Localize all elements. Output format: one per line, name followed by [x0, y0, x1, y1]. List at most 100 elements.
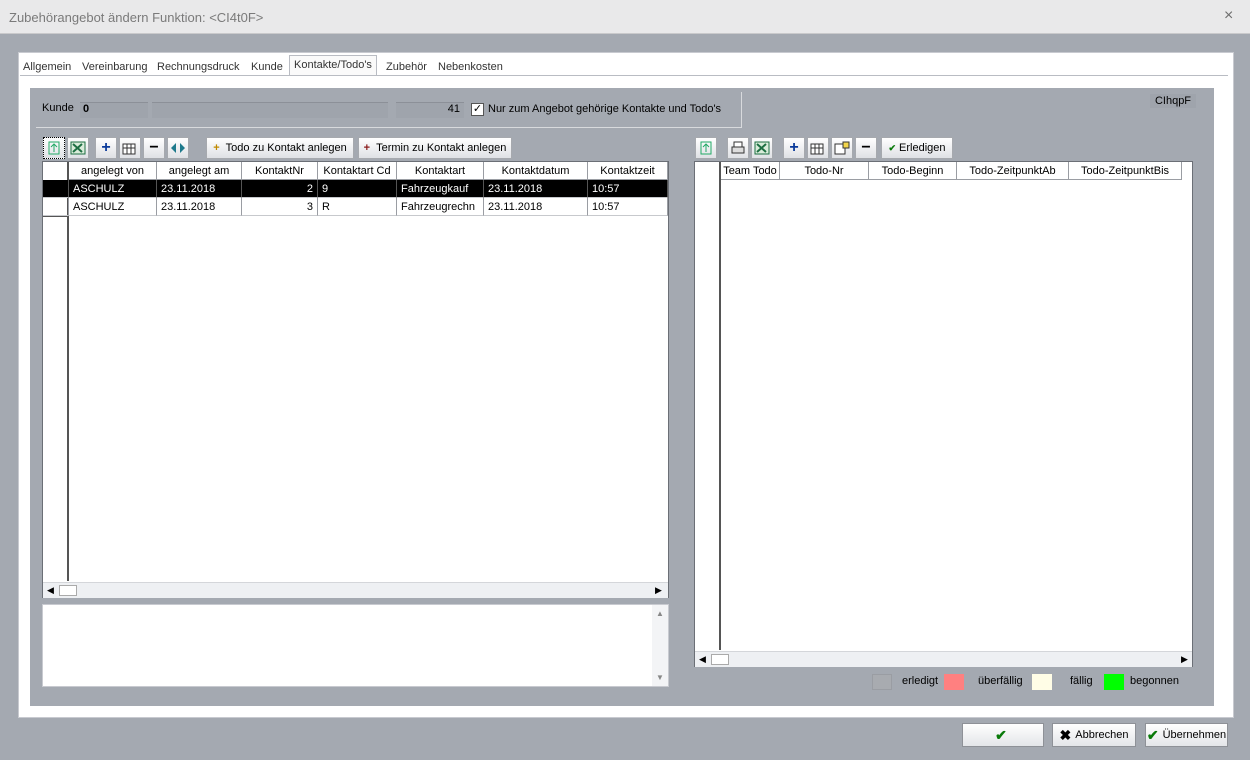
erledigen-button[interactable]: ✔ Erledigen: [881, 137, 953, 159]
todo-properties-icon[interactable]: [831, 137, 853, 159]
cell-kontaktdatum[interactable]: 23.11.2018: [484, 180, 588, 198]
cell-angelegt-am[interactable]: 23.11.2018: [157, 198, 242, 216]
close-icon[interactable]: ×: [1224, 7, 1233, 25]
col-todo-zeitpunkt-bis[interactable]: Todo-ZeitpunktBis: [1069, 162, 1182, 180]
col-kontaktart-cd[interactable]: Kontaktart Cd: [318, 162, 397, 180]
edit-grid-icon[interactable]: [119, 137, 141, 159]
col-todo-beginn[interactable]: Todo-Beginn: [869, 162, 957, 180]
todo-zu-kontakt-button[interactable]: + Todo zu Kontakt anlegen: [206, 137, 354, 159]
row-selector[interactable]: [43, 198, 69, 216]
tab-zubehoer[interactable]: Zubehör: [386, 58, 427, 76]
cell-angelegt-von[interactable]: ASCHULZ: [69, 198, 157, 216]
kunde-label: Kunde: [42, 102, 74, 114]
cell-kontaktart[interactable]: Fahrzeugkauf: [397, 180, 484, 198]
cell-kontaktzeit[interactable]: 10:57: [588, 180, 668, 198]
contact-notes-box[interactable]: ▲ ▼: [42, 604, 669, 687]
termin-zu-kontakt-button[interactable]: + Termin zu Kontakt anlegen: [358, 137, 512, 159]
cell-angelegt-am[interactable]: 23.11.2018: [157, 180, 242, 198]
add-todo-row-icon[interactable]: +: [783, 137, 805, 159]
refresh-icon[interactable]: [43, 137, 65, 159]
col-kontaktnr[interactable]: KontaktNr: [242, 162, 318, 180]
add-icon[interactable]: +: [95, 137, 117, 159]
tab-divider: [20, 75, 1228, 76]
remove-icon[interactable]: −: [143, 137, 165, 159]
todos-hscrollbar[interactable]: ◀ ▶: [695, 651, 1192, 667]
tab-rechnungsdruck[interactable]: Rechnungsdruck: [157, 58, 240, 76]
scroll-up-icon[interactable]: ▲: [656, 609, 664, 618]
legend-begonnen-label: begonnen: [1130, 675, 1179, 687]
ok-button[interactable]: ✔: [962, 723, 1044, 747]
cell-kontaktart-cd[interactable]: 9: [318, 180, 397, 198]
col-angelegt-von[interactable]: angelegt von: [69, 162, 157, 180]
expand-icon[interactable]: [167, 137, 189, 159]
legend-erledigt-swatch: [872, 674, 892, 690]
col-angelegt-am[interactable]: angelegt am: [157, 162, 242, 180]
kunde-count: 41: [447, 103, 460, 115]
title-bar: Zubehörangebot ändern Funktion: <CI4t0F>…: [0, 0, 1250, 34]
kunde-number: 0: [83, 103, 90, 115]
abbrechen-label: Abbrechen: [1075, 729, 1129, 741]
todo-scroll-left-icon[interactable]: ◀: [699, 654, 706, 665]
legend-ueberfaellig-label: überfällig: [978, 675, 1023, 687]
col-todo-zeitpunkt-ab[interactable]: Todo-ZeitpunktAb: [957, 162, 1069, 180]
only-offer-checkbox-label: Nur zum Angebot gehörige Kontakte und To…: [488, 103, 722, 115]
apply-check-icon: ✔: [1146, 726, 1159, 743]
print-icon[interactable]: [727, 137, 749, 159]
scroll-left-icon[interactable]: ◀: [47, 585, 54, 596]
cell-kontaktart[interactable]: Fahrzeugrechn: [397, 198, 484, 216]
scroll-right-icon[interactable]: ▶: [655, 585, 662, 596]
row-indicator-column: [43, 162, 69, 581]
legend-faellig-label: fällig: [1070, 675, 1093, 687]
excel-icon[interactable]: [67, 137, 89, 159]
remove-todo-icon[interactable]: −: [855, 137, 877, 159]
row-divider: [43, 216, 69, 217]
col-kontaktart[interactable]: Kontaktart: [397, 162, 484, 180]
notes-vscrollbar[interactable]: ▲ ▼: [652, 605, 668, 686]
legend-begonnen-swatch: [1104, 674, 1124, 690]
abbrechen-button[interactable]: ✖ Abbrechen: [1052, 723, 1136, 747]
only-offer-checkbox[interactable]: ✓: [471, 103, 484, 116]
kunde-code: CIhqpF: [1150, 94, 1196, 108]
excel-todos-icon[interactable]: [751, 137, 773, 159]
cell-angelegt-von[interactable]: ASCHULZ: [69, 180, 157, 198]
col-team-todo[interactable]: Team Todo: [721, 162, 780, 180]
termin-zu-kontakt-label: Termin zu Kontakt anlegen: [376, 142, 507, 154]
refresh-todos-icon[interactable]: [695, 137, 717, 159]
todo-row-indicator-column: [695, 162, 721, 650]
tab-vereinbarung[interactable]: Vereinbarung: [82, 58, 147, 76]
legend-faellig-swatch: [1032, 674, 1052, 690]
erledigen-label: Erledigen: [899, 142, 946, 154]
row-selector[interactable]: [43, 180, 69, 198]
ok-check-icon: ✔: [995, 726, 1007, 743]
cancel-x-icon: ✖: [1059, 726, 1072, 743]
kunde-number-field[interactable]: 0: [80, 102, 148, 118]
todo-zu-kontakt-label: Todo zu Kontakt anlegen: [225, 142, 347, 154]
uebernehmen-label: Übernehmen: [1162, 729, 1227, 741]
kunde-count-field[interactable]: 41: [396, 102, 464, 118]
col-kontaktzeit[interactable]: Kontaktzeit: [588, 162, 668, 180]
uebernehmen-button[interactable]: ✔ Übernehmen: [1145, 723, 1228, 747]
tab-kunde[interactable]: Kunde: [251, 58, 283, 76]
cell-kontaktzeit[interactable]: 10:57: [588, 198, 668, 216]
scroll-thumb[interactable]: [59, 585, 77, 596]
legend-erledigt-label: erledigt: [902, 675, 939, 687]
col-todo-nr[interactable]: Todo-Nr: [780, 162, 869, 180]
todo-scroll-right-icon[interactable]: ▶: [1181, 654, 1188, 665]
todos-grid[interactable]: Team Todo Todo-Nr Todo-Beginn Todo-Zeitp…: [694, 161, 1193, 667]
tab-kontakte-todos[interactable]: Kontakte/Todo's: [289, 55, 377, 76]
kunde-name-field[interactable]: [152, 102, 388, 118]
todo-scroll-thumb[interactable]: [711, 654, 729, 665]
add-termin-icon: +: [363, 142, 371, 154]
col-kontaktdatum[interactable]: Kontaktdatum: [484, 162, 588, 180]
scroll-down-icon[interactable]: ▼: [656, 673, 664, 682]
window-title: Zubehörangebot ändern Funktion: <CI4t0F>: [9, 10, 264, 25]
tab-nebenkosten[interactable]: Nebenkosten: [438, 58, 503, 76]
cell-kontaktnr[interactable]: 2: [242, 180, 318, 198]
tab-allgemein[interactable]: Allgemein: [23, 58, 71, 76]
cell-kontaktart-cd[interactable]: R: [318, 198, 397, 216]
cell-kontaktnr[interactable]: 3: [242, 198, 318, 216]
cell-kontaktdatum[interactable]: 23.11.2018: [484, 198, 588, 216]
contacts-grid[interactable]: angelegt von angelegt am KontaktNr Konta…: [42, 161, 669, 598]
edit-todo-grid-icon[interactable]: [807, 137, 829, 159]
contacts-hscrollbar[interactable]: ◀ ▶: [43, 582, 668, 598]
